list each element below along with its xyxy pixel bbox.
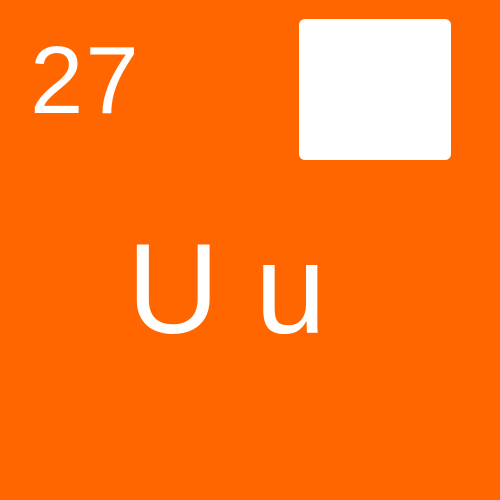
letters-label: U u [127, 218, 327, 361]
number-label: 27 [30, 27, 141, 134]
white-square-icon [299, 19, 451, 160]
color-tile: 27 U u [0, 0, 500, 500]
